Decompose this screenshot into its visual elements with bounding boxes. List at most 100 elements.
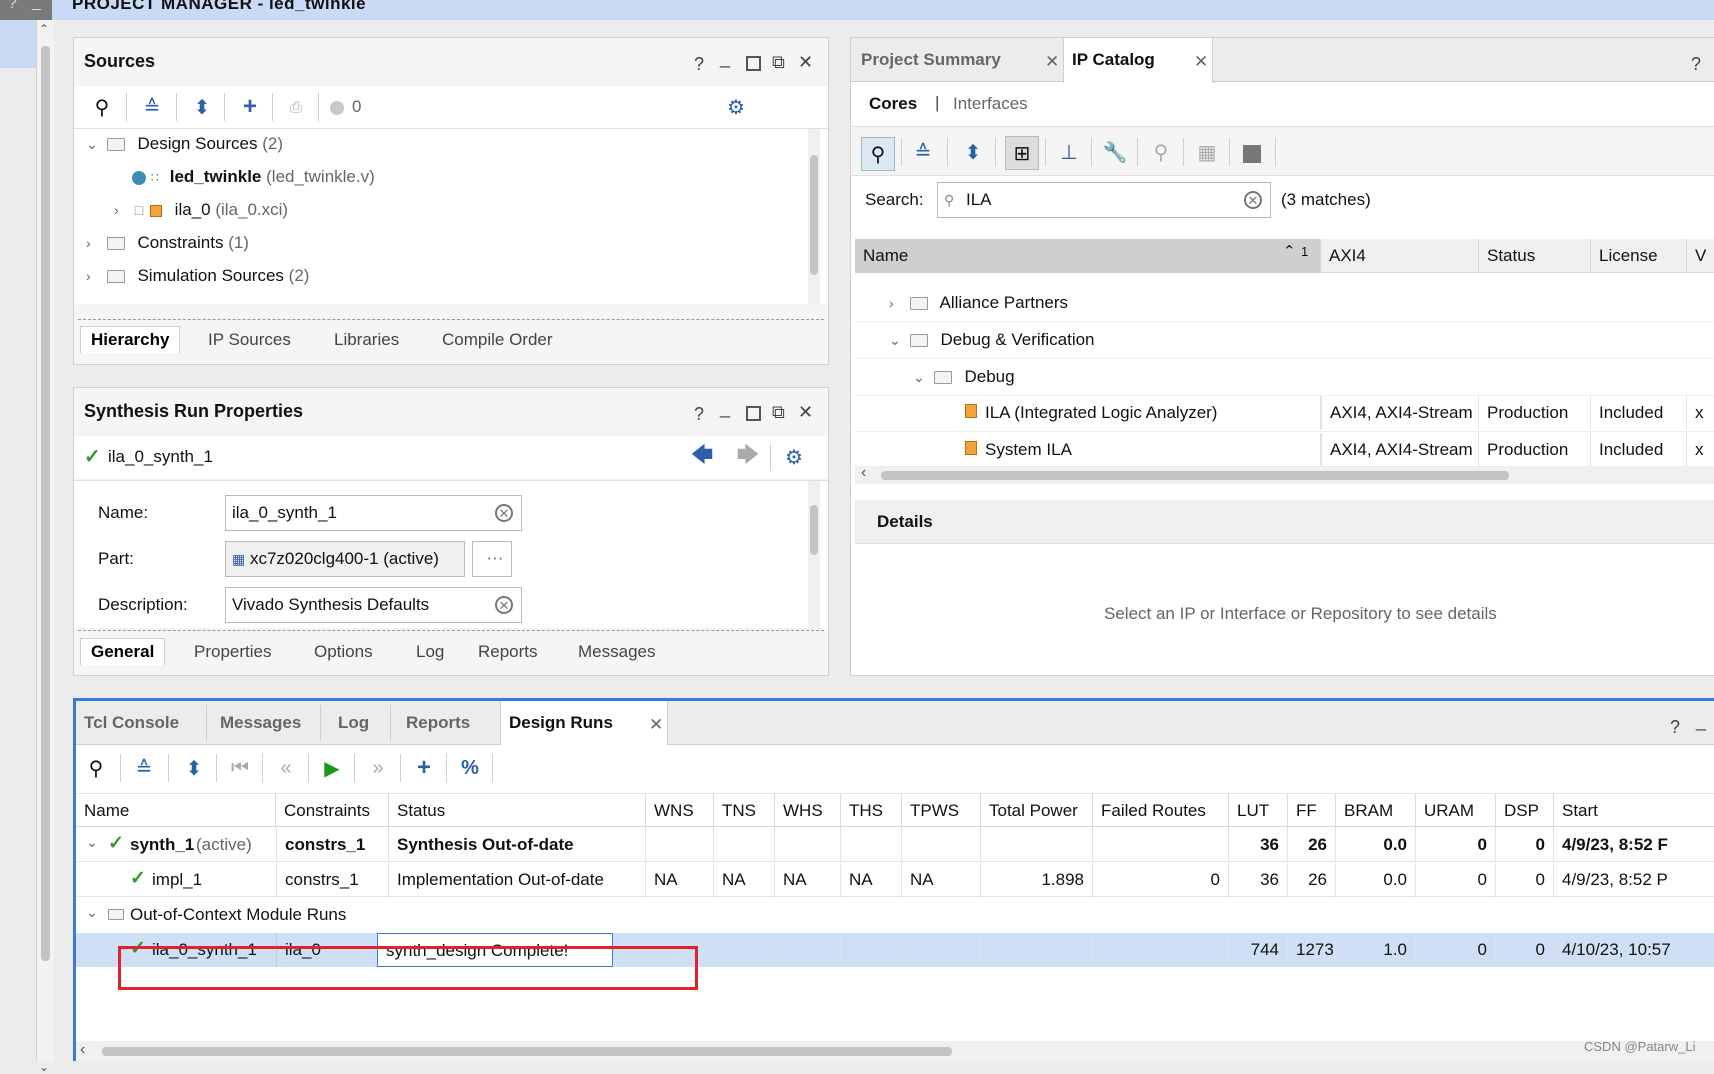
- name-field[interactable]: ila_0_synth_1 ✕: [225, 495, 522, 531]
- tree-row-alliance-partners[interactable]: › Alliance Partners: [889, 288, 1068, 318]
- help-icon[interactable]: ?: [1691, 54, 1701, 75]
- column-header-name[interactable]: Name: [76, 794, 276, 828]
- add-icon[interactable]: +: [236, 93, 264, 121]
- scroll-thumb[interactable]: [102, 1047, 952, 1056]
- tab-log[interactable]: Log: [416, 642, 444, 662]
- float-icon[interactable]: ⧉: [772, 402, 785, 423]
- column-header-constraints[interactable]: Constraints: [276, 794, 389, 828]
- subtab-interfaces[interactable]: Interfaces: [953, 94, 1028, 114]
- minimize-icon[interactable]: _: [1696, 711, 1706, 732]
- runs-hscrollbar[interactable]: ‹: [76, 1041, 1714, 1061]
- scroll-up-icon[interactable]: ⌃: [39, 22, 49, 36]
- help-icon[interactable]: ?: [694, 54, 704, 75]
- props-scrollbar[interactable]: [808, 481, 820, 629]
- search-icon[interactable]: ⚲: [861, 137, 895, 171]
- subtab-cores[interactable]: Cores: [869, 94, 917, 114]
- clear-icon[interactable]: ✕: [495, 596, 513, 614]
- clear-icon[interactable]: ✕: [495, 504, 513, 522]
- reset-run-icon[interactable]: ⏮: [226, 754, 254, 782]
- table-row[interactable]: System ILA AXI4, AXI4-Stream Production …: [855, 433, 1714, 467]
- tab-log[interactable]: Log: [338, 713, 369, 733]
- tree-row-ooc[interactable]: ⌄ Out-of-Context Module Runs: [76, 898, 1714, 932]
- tree-row-led-twinkle[interactable]: ∷ led_twinkle (led_twinkle.v): [132, 162, 375, 192]
- chevron-right-icon[interactable]: ›: [86, 228, 102, 258]
- sort-asc-icon[interactable]: ⌃: [1283, 239, 1296, 269]
- part-browse-button[interactable]: ⋯: [472, 541, 512, 577]
- tree-row-debug-verification[interactable]: ⌄ Debug & Verification: [889, 325, 1095, 355]
- tab-general[interactable]: General: [80, 638, 166, 665]
- gear-icon[interactable]: ⚙: [780, 443, 808, 471]
- clear-icon[interactable]: ✕: [1244, 191, 1262, 209]
- collapse-all-icon[interactable]: ≙: [909, 138, 937, 166]
- tab-reports[interactable]: Reports: [478, 642, 538, 662]
- tree-row-simulation-sources[interactable]: › Simulation Sources (2): [86, 261, 309, 291]
- minimize-icon[interactable]: _: [720, 398, 730, 419]
- close-icon[interactable]: ✕: [798, 402, 813, 423]
- column-header-tpws[interactable]: TPWS: [902, 794, 981, 828]
- close-icon[interactable]: ✕: [1045, 52, 1059, 72]
- close-icon[interactable]: ✕: [798, 52, 813, 73]
- column-header-whs[interactable]: WHS: [775, 794, 841, 828]
- column-header-ff[interactable]: FF: [1288, 794, 1336, 828]
- chevron-down-icon[interactable]: ⌄: [913, 362, 929, 392]
- scroll-left-icon[interactable]: ‹: [80, 1041, 85, 1059]
- chevron-down-icon[interactable]: ⌄: [86, 904, 98, 921]
- part-field[interactable]: ▦ xc7z020clg400-1 (active): [225, 541, 465, 577]
- description-field[interactable]: Vivado Synthesis Defaults ✕: [225, 587, 522, 623]
- sources-scrollbar[interactable]: [808, 129, 820, 305]
- add-icon[interactable]: +: [410, 754, 438, 782]
- column-header-start[interactable]: Start: [1554, 794, 1714, 828]
- table-row[interactable]: ILA (Integrated Logic Analyzer) AXI4, AX…: [855, 396, 1714, 432]
- tab-design-runs[interactable]: Design Runs ✕: [500, 701, 668, 746]
- chevron-right-icon[interactable]: ›: [889, 288, 905, 318]
- tab-hierarchy[interactable]: Hierarchy: [80, 326, 181, 353]
- run-icon[interactable]: ▶: [318, 754, 346, 782]
- column-header-license[interactable]: License: [1591, 239, 1687, 273]
- collapse-all-icon[interactable]: ≙: [138, 93, 166, 121]
- scroll-left-icon[interactable]: ‹: [861, 464, 866, 482]
- float-icon[interactable]: ⧉: [772, 52, 785, 73]
- ip-hscrollbar[interactable]: ‹: [855, 464, 1714, 484]
- tree-row-ila-0[interactable]: › □ ila_0 (ila_0.xci): [114, 195, 288, 225]
- tab-tcl-console[interactable]: Tcl Console: [84, 713, 179, 733]
- expand-all-icon[interactable]: ⬍: [959, 138, 987, 166]
- expand-all-icon[interactable]: ⬍: [180, 754, 208, 782]
- help-icon[interactable]: ?: [8, 0, 17, 13]
- column-header-name[interactable]: Name ⌃ 1: [855, 239, 1321, 273]
- help-icon[interactable]: ?: [694, 404, 704, 425]
- column-header-ths[interactable]: THS: [841, 794, 902, 828]
- tab-properties[interactable]: Properties: [194, 642, 271, 662]
- tab-ip-sources[interactable]: IP Sources: [208, 330, 291, 350]
- chip-icon[interactable]: ▦: [1193, 138, 1221, 166]
- gear-icon[interactable]: ⚙: [722, 93, 750, 121]
- left-scrollbar[interactable]: ⌃ ⌄: [36, 20, 54, 1074]
- expand-all-icon[interactable]: ⬍: [188, 93, 216, 121]
- rewind-icon[interactable]: «: [272, 754, 300, 782]
- tree-row-debug[interactable]: ⌄ Debug: [913, 362, 1015, 392]
- column-header-wns[interactable]: WNS: [646, 794, 714, 828]
- column-header-status[interactable]: Status: [1479, 239, 1591, 273]
- search-icon[interactable]: ⚲: [88, 93, 116, 121]
- percent-icon[interactable]: %: [456, 754, 484, 782]
- search-input[interactable]: ⚲ ILA ✕: [937, 182, 1271, 218]
- tree-row-constraints[interactable]: › Constraints (1): [86, 228, 249, 258]
- tab-messages[interactable]: Messages: [578, 642, 655, 662]
- scroll-thumb[interactable]: [881, 471, 1509, 480]
- scroll-thumb[interactable]: [810, 155, 818, 275]
- scroll-thumb[interactable]: [810, 505, 818, 555]
- filter-icon[interactable]: ⊞: [1005, 136, 1039, 170]
- scroll-thumb[interactable]: [41, 46, 50, 961]
- minimize-icon[interactable]: _: [720, 48, 730, 69]
- tab-project-summary[interactable]: Project Summary ✕: [851, 38, 1061, 82]
- tree-row-design-sources[interactable]: ⌄ Design Sources (2): [86, 129, 283, 159]
- maximize-icon[interactable]: [746, 406, 761, 421]
- search-icon[interactable]: ⚲: [82, 754, 110, 782]
- table-row[interactable]: ⌄ ✓ synth_1 (active) constrs_1 Synthesis…: [76, 828, 1714, 862]
- key-icon[interactable]: ⚲: [1147, 138, 1175, 166]
- hierarchy-view-icon[interactable]: ⊥: [1055, 138, 1083, 166]
- chevron-down-icon[interactable]: ⌄: [86, 129, 102, 159]
- column-header-total-power[interactable]: Total Power: [981, 794, 1093, 828]
- minimize-icon[interactable]: _: [32, 0, 41, 12]
- column-header-uram[interactable]: URAM: [1416, 794, 1496, 828]
- column-header-axi4[interactable]: AXI4: [1321, 239, 1479, 273]
